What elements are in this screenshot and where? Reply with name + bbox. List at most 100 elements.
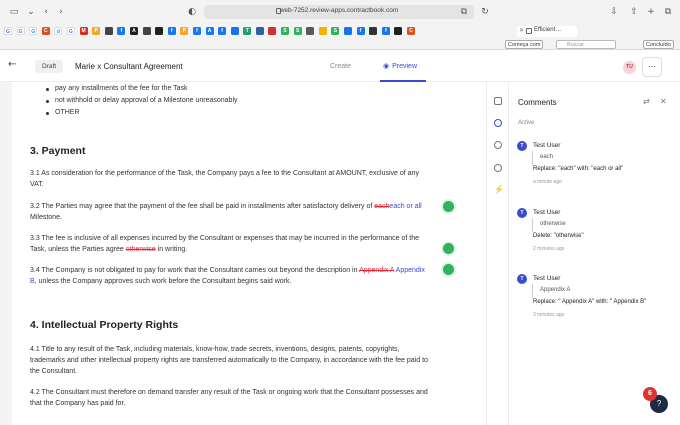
bookmark-icon[interactable]: G <box>29 27 38 35</box>
suggested-insertion[interactable]: each or all <box>389 203 421 210</box>
active-tab[interactable]: ✕ Efficient… <box>517 26 577 37</box>
suggested-deletion[interactable]: each <box>374 203 389 210</box>
bookmark-icon[interactable] <box>318 27 327 35</box>
clause-3-1: 3.1 As consideration for the performance… <box>30 170 419 188</box>
list-item: OTHER <box>45 107 238 119</box>
bookmark-icon[interactable]: A <box>129 27 138 35</box>
bookmark-icon[interactable] <box>306 27 315 35</box>
bookmark-icon[interactable] <box>255 27 264 35</box>
bookmark-icon[interactable]: f <box>381 27 390 35</box>
close-icon[interactable]: ✕ <box>660 97 667 106</box>
swap-icon[interactable]: ⇄ <box>643 97 650 106</box>
comment-marker[interactable] <box>443 243 454 254</box>
concluido-button[interactable]: Concluído <box>643 40 674 49</box>
page-search-input[interactable]: Buscar <box>556 40 616 49</box>
bookmark-icon[interactable]: G <box>4 27 12 35</box>
comments-panel: Comments ⇄ ✕ Active T Test User each Rep… <box>508 82 680 425</box>
comece-com-button[interactable]: Começa com <box>505 40 544 49</box>
section-heading-ip: 4. Intellectual Property Rights <box>30 319 179 331</box>
bookmark-icon[interactable]: f <box>117 27 126 35</box>
bookmark-icon[interactable]: G <box>16 27 25 35</box>
history-icon[interactable] <box>494 164 502 172</box>
tab-favicon-icon <box>526 28 532 34</box>
bookmark-icon[interactable]: S <box>281 27 290 35</box>
bookmark-icon[interactable] <box>230 27 239 35</box>
bookmark-icon[interactable] <box>268 27 277 35</box>
bookmark-icon[interactable]: f <box>192 27 201 35</box>
comment-marker[interactable] <box>443 201 454 212</box>
clause-3-4: 3.4 The Company is not obligated to pay … <box>30 265 430 287</box>
info-icon[interactable] <box>494 141 502 149</box>
bookmark-icon[interactable] <box>344 27 353 35</box>
comment-author: Test User <box>533 275 561 282</box>
shield-icon[interactable]: ◐ <box>186 6 198 18</box>
translate-icon[interactable]: ⧉ <box>458 6 470 18</box>
forward-icon[interactable]: › <box>55 6 67 18</box>
bookmark-icon[interactable]: P <box>180 27 189 35</box>
chevron-down-icon[interactable]: ⌄ <box>25 6 37 18</box>
avatar: T <box>517 274 527 284</box>
comment-quote: Appendix A <box>540 287 571 293</box>
back-icon[interactable]: ‹ <box>40 6 52 18</box>
bookmark-icon[interactable] <box>142 27 151 35</box>
sidebar-toggle-icon[interactable]: ▭ <box>8 6 20 18</box>
more-options-button[interactable]: ⋯ <box>642 57 662 77</box>
tab-active[interactable]: Active <box>518 120 534 126</box>
bookmark-icon[interactable]: T <box>243 27 252 35</box>
clause-text: 3.4 The Company is not obligated to pay … <box>30 267 360 274</box>
bookmark-icon[interactable]: f <box>218 27 227 35</box>
sparkle-icon[interactable]: ⚡ <box>494 186 504 194</box>
reload-icon[interactable]: ↻ <box>479 6 491 18</box>
document-body: pay any installments of the fee for the … <box>12 82 449 425</box>
back-arrow-icon[interactable]: ← <box>8 59 16 70</box>
share-icon[interactable]: ⇧ <box>628 6 640 18</box>
tab-overview-icon[interactable]: ⧉ <box>662 6 674 18</box>
clause-text: in writing. <box>155 246 188 253</box>
suggested-deletion[interactable]: Appendix A <box>359 267 394 274</box>
bookmark-icon[interactable] <box>369 27 378 35</box>
bookmark-icon[interactable]: d <box>54 27 63 35</box>
tab-preview[interactable]: ◉ Preview <box>383 60 417 73</box>
suggested-deletion[interactable]: otherwise <box>126 246 156 253</box>
download-icon[interactable]: ⇩ <box>608 6 620 18</box>
bookmark-icon[interactable]: C <box>41 27 50 35</box>
notification-badge[interactable]: 6 <box>643 387 657 401</box>
bookmark-icon[interactable]: C <box>407 27 415 35</box>
bookmark-icon[interactable] <box>394 27 403 35</box>
clause-3-2: 3.2 The Parties may agree that the payme… <box>30 201 430 223</box>
comment-marker[interactable] <box>443 264 454 275</box>
clause-text: Milestone. <box>30 214 62 221</box>
bookmark-icon[interactable] <box>155 27 164 35</box>
avatar: T <box>517 141 527 151</box>
bookmark-icon[interactable]: f <box>356 27 365 35</box>
clause-text: 3.2 The Parties may agree that the payme… <box>30 203 375 210</box>
bookmark-icon[interactable]: A <box>205 27 214 35</box>
tab-preview-label: Preview <box>392 63 418 70</box>
comment-suggestion: Delete: "otherwise" <box>533 233 584 239</box>
bullet-list: pay any installments of the fee for the … <box>45 83 238 119</box>
tab-create[interactable]: Create <box>330 60 351 73</box>
bookmark-icon[interactable]: f <box>167 27 176 35</box>
comments-icon[interactable] <box>494 119 502 127</box>
new-tab-icon[interactable]: + <box>645 6 657 18</box>
bookmark-icon[interactable]: G <box>66 27 75 35</box>
bookmark-icon[interactable]: S <box>293 27 302 35</box>
avatar[interactable]: TU <box>623 61 636 74</box>
doc-gutter <box>0 82 12 425</box>
doc-margin <box>449 82 486 425</box>
comment-author: Test User <box>533 142 561 149</box>
section-heading-payment: 3. Payment <box>30 145 86 157</box>
address-bar[interactable]: web-7252.review-apps.contractbook.com <box>204 5 474 19</box>
bookmark-icon[interactable]: P <box>92 27 101 35</box>
comment-suggestion: Replace: "each" with: "each or all" <box>533 166 624 172</box>
bookmark-icon[interactable] <box>104 27 113 35</box>
clause-4-2: 4.2 The Consultant must therefore on dem… <box>30 389 428 407</box>
close-icon[interactable]: ✕ <box>519 27 524 34</box>
clause-text: 3.3 The fee is inclusive of all expenses… <box>30 235 419 253</box>
comment-author: Test User <box>533 209 561 216</box>
quote-bar <box>532 218 533 232</box>
quote-bar <box>532 284 533 298</box>
bookmark-icon[interactable]: S <box>331 27 340 35</box>
document-icon[interactable] <box>494 97 502 105</box>
bookmark-icon[interactable]: M <box>79 27 88 35</box>
